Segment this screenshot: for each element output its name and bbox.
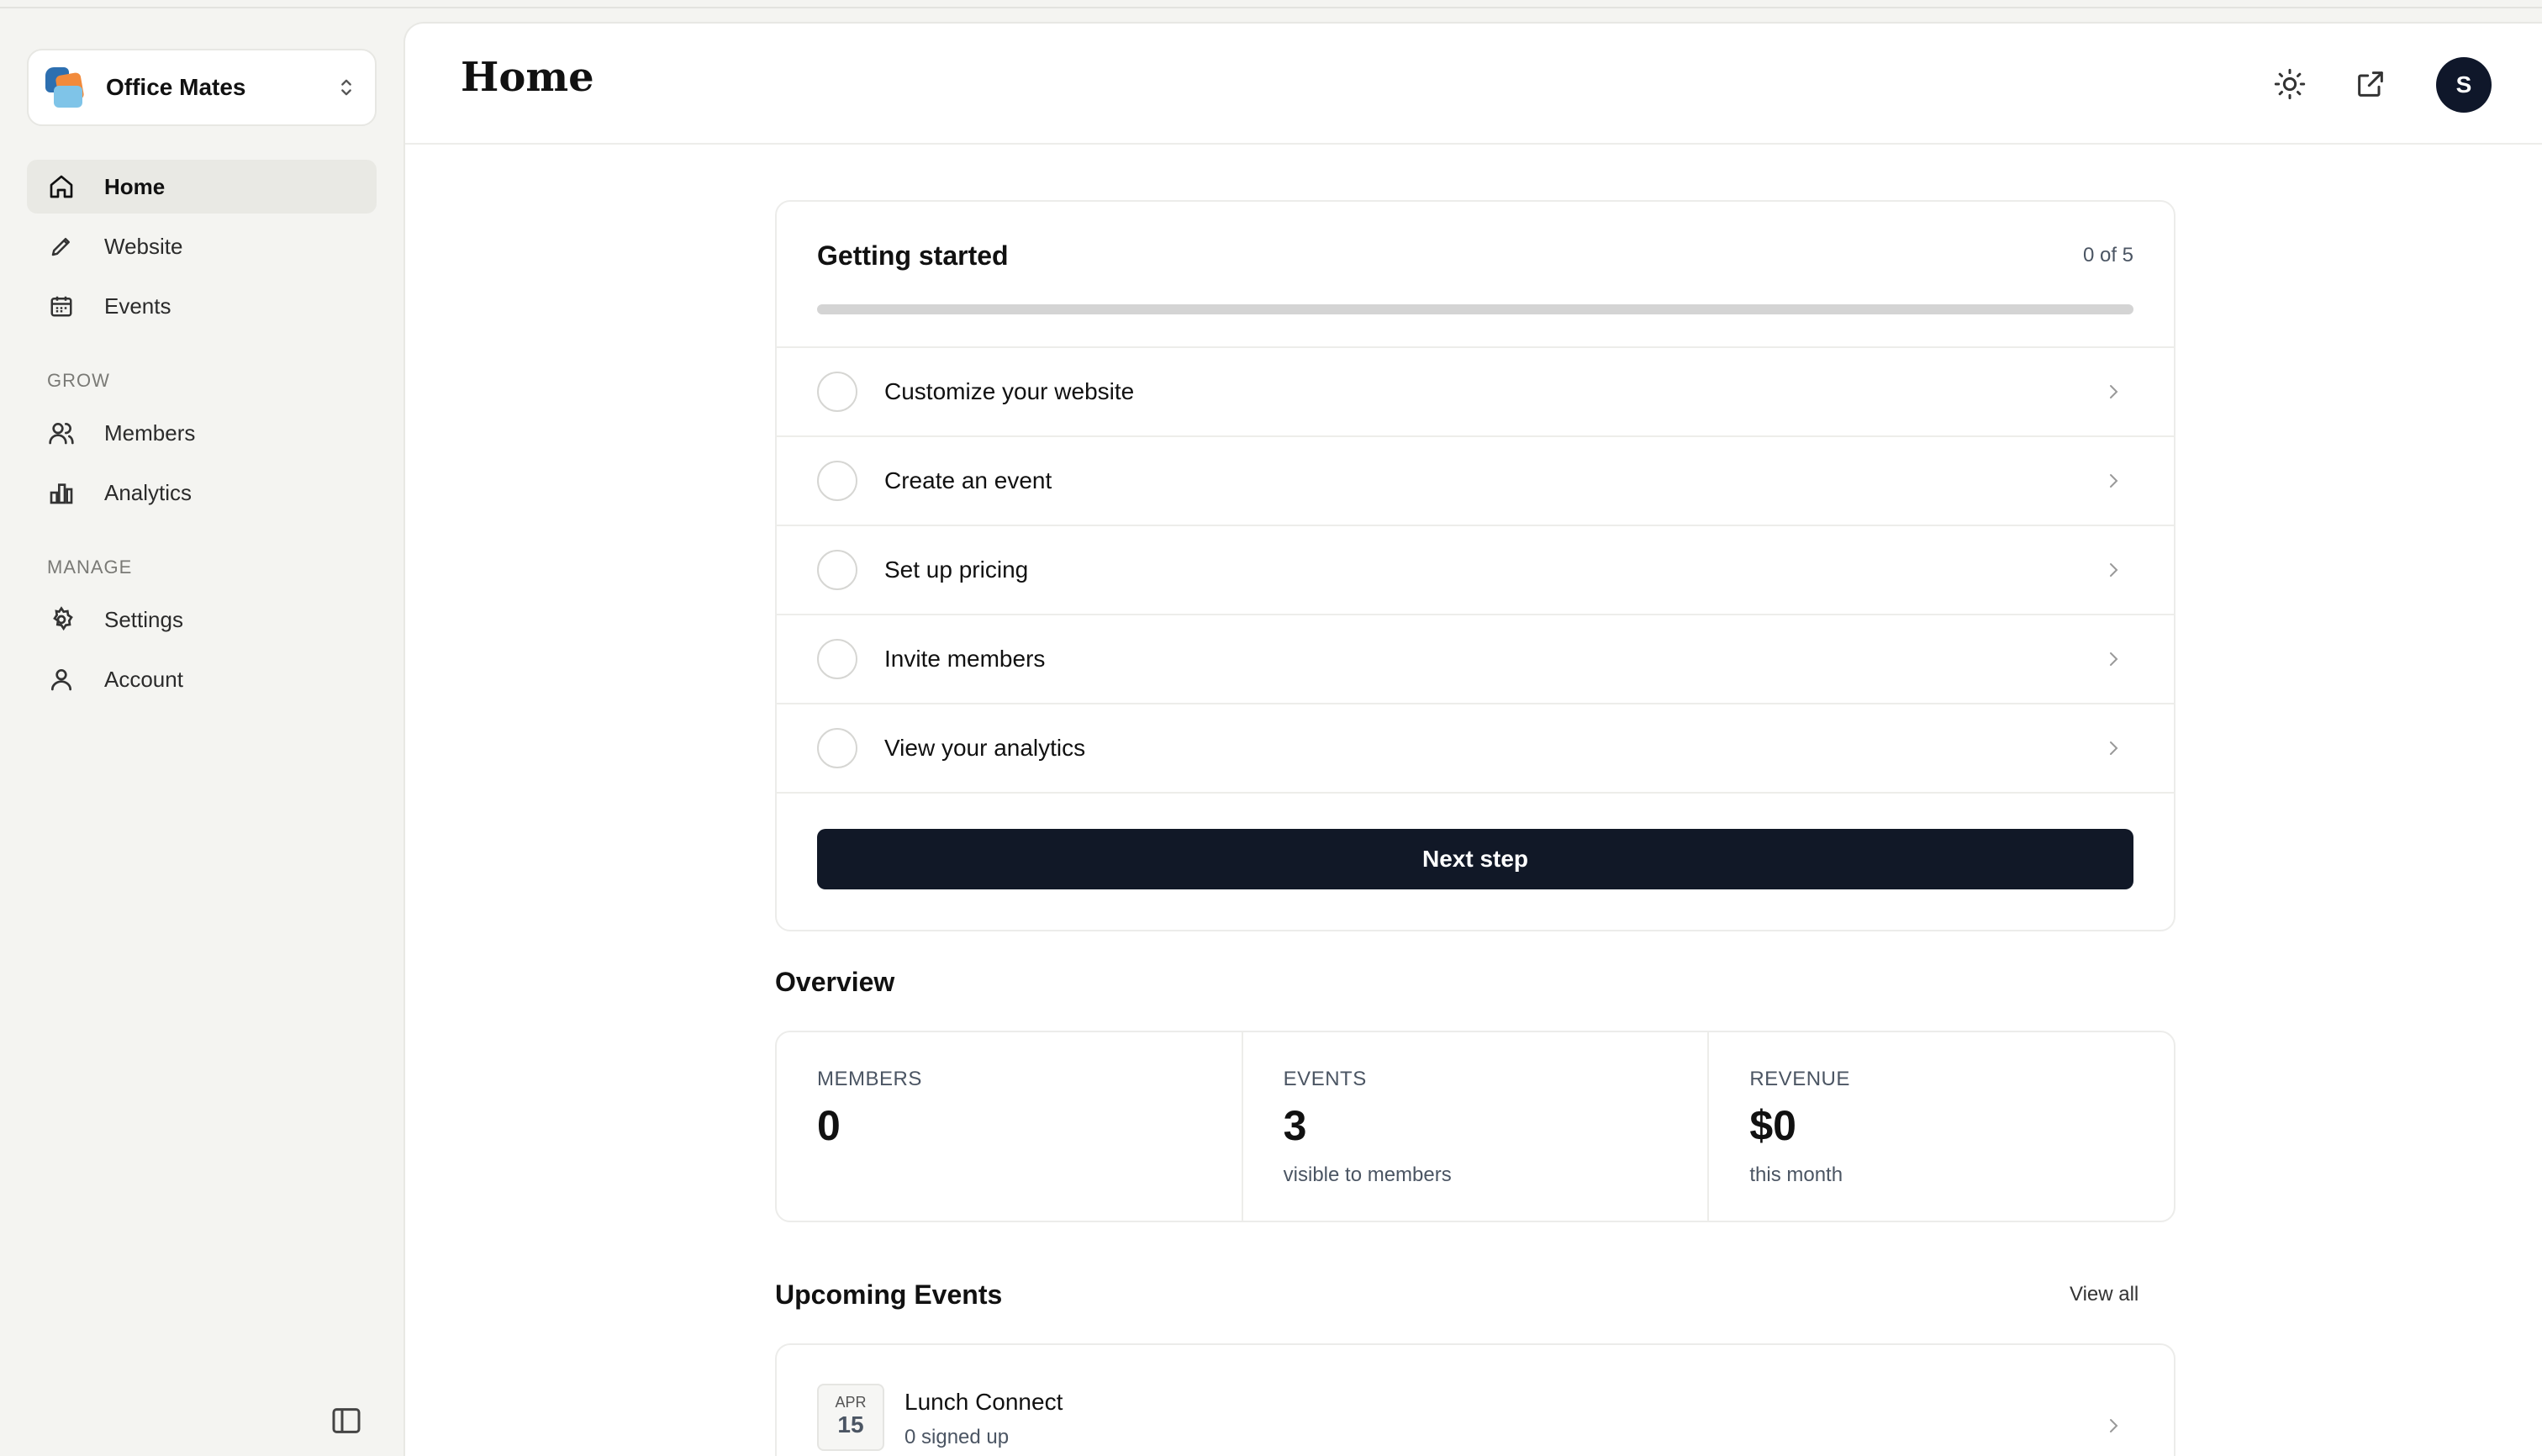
event-row[interactable]: APR 15 Lunch Connect 0 signed up bbox=[777, 1345, 2174, 1451]
stat-value: 3 bbox=[1283, 1102, 1307, 1149]
task-invite-members[interactable]: Invite members bbox=[777, 615, 2174, 704]
pencil-icon bbox=[47, 232, 76, 261]
task-view-analytics[interactable]: View your analytics bbox=[777, 704, 2174, 794]
sidebar-item-settings[interactable]: Settings bbox=[27, 593, 377, 646]
task-label: Set up pricing bbox=[884, 557, 1029, 583]
task-checkbox[interactable] bbox=[817, 728, 857, 768]
stat-subtext: visible to members bbox=[1283, 1163, 1452, 1186]
sidebar-item-events[interactable]: Events bbox=[27, 279, 377, 333]
user-icon bbox=[47, 665, 76, 694]
sun-icon bbox=[2274, 68, 2306, 100]
page-title: Home bbox=[461, 54, 594, 101]
theme-toggle-button[interactable] bbox=[2270, 64, 2310, 104]
stat-value: $0 bbox=[1749, 1102, 1796, 1149]
view-all-link[interactable]: View all bbox=[2070, 1283, 2139, 1306]
chevron-right-icon bbox=[2110, 741, 2118, 755]
overview-stats: MEMBERS 0 EVENTS 3 visible to members RE… bbox=[775, 1031, 2175, 1222]
sidebar-item-label: Events bbox=[104, 293, 171, 319]
sidebar-toggle-icon[interactable] bbox=[330, 1404, 363, 1438]
org-name: Office Mates bbox=[106, 74, 246, 100]
task-checkbox[interactable] bbox=[817, 550, 857, 590]
task-create-event[interactable]: Create an event bbox=[777, 437, 2174, 526]
getting-started-title: Getting started bbox=[817, 240, 1009, 271]
sidebar-item-label: Settings bbox=[104, 606, 183, 632]
open-site-button[interactable] bbox=[2350, 64, 2391, 104]
task-checkbox[interactable] bbox=[817, 639, 857, 679]
chevron-right-icon bbox=[2110, 563, 2118, 577]
event-name: Lunch Connect bbox=[904, 1389, 1063, 1415]
avatar[interactable]: S bbox=[2436, 57, 2492, 113]
sidebar-item-label: Website bbox=[104, 233, 183, 259]
page-header: Home S bbox=[405, 24, 2542, 145]
sidebar-item-label: Account bbox=[104, 666, 183, 692]
bar-chart-icon bbox=[47, 478, 76, 507]
chevron-right-icon bbox=[2110, 385, 2118, 398]
chevron-up-down-icon bbox=[341, 79, 351, 96]
calendar-icon bbox=[47, 292, 76, 320]
sidebar-item-account[interactable]: Account bbox=[27, 652, 377, 706]
date-badge: APR 15 bbox=[817, 1384, 884, 1451]
main-content: Home S Getting started 0 of 5 Customize … bbox=[403, 22, 2542, 1456]
overview-title: Overview bbox=[775, 967, 895, 997]
nav-section-grow: GROW bbox=[47, 370, 110, 391]
upcoming-events-card: APR 15 Lunch Connect 0 signed up bbox=[775, 1343, 2175, 1456]
progress-count: 0 of 5 bbox=[2082, 244, 2133, 266]
upcoming-events-title: Upcoming Events bbox=[775, 1279, 1003, 1310]
home-icon bbox=[47, 172, 76, 201]
task-list: Customize your website Create an event S… bbox=[777, 346, 2174, 794]
task-set-up-pricing[interactable]: Set up pricing bbox=[777, 526, 2174, 615]
sidebar-item-analytics[interactable]: Analytics bbox=[27, 466, 377, 520]
event-day: 15 bbox=[837, 1411, 864, 1438]
task-checkbox[interactable] bbox=[817, 372, 857, 412]
stat-members: MEMBERS 0 bbox=[777, 1032, 1243, 1221]
stat-label: REVENUE bbox=[1749, 1068, 1850, 1090]
gear-icon bbox=[47, 605, 76, 634]
task-label: Invite members bbox=[884, 646, 1046, 672]
nav-section-manage: MANAGE bbox=[47, 557, 133, 578]
chevron-right-icon bbox=[2110, 1419, 2118, 1432]
window-top-edge bbox=[0, 0, 2542, 8]
sidebar-item-members[interactable]: Members bbox=[27, 406, 377, 460]
stat-events: EVENTS 3 visible to members bbox=[1243, 1032, 1710, 1221]
sidebar-item-website[interactable]: Website bbox=[27, 219, 377, 273]
stat-label: MEMBERS bbox=[817, 1068, 922, 1090]
stat-label: EVENTS bbox=[1283, 1068, 1367, 1090]
progress-bar bbox=[817, 304, 2133, 314]
sidebar: Office Mates Home Website Events GROW Me… bbox=[0, 8, 402, 1456]
users-icon bbox=[47, 419, 76, 447]
task-label: Customize your website bbox=[884, 378, 1135, 404]
chevron-right-icon bbox=[2110, 652, 2118, 666]
getting-started-card: Getting started 0 of 5 Customize your we… bbox=[775, 200, 2175, 931]
org-switcher[interactable]: Office Mates bbox=[27, 49, 377, 126]
stat-revenue: REVENUE $0 this month bbox=[1709, 1032, 2174, 1221]
sidebar-item-label: Analytics bbox=[104, 479, 192, 505]
org-logo bbox=[45, 67, 86, 108]
sidebar-item-home[interactable]: Home bbox=[27, 160, 377, 214]
sidebar-item-label: Members bbox=[104, 419, 196, 446]
task-label: View your analytics bbox=[884, 735, 1086, 761]
task-label: Create an event bbox=[884, 467, 1052, 493]
stat-value: 0 bbox=[817, 1102, 841, 1149]
main-nav: Home Website Events GROW Members Analyti… bbox=[27, 160, 377, 712]
task-checkbox[interactable] bbox=[817, 461, 857, 501]
external-link-icon bbox=[2358, 71, 2383, 97]
sidebar-item-label: Home bbox=[104, 173, 166, 199]
chevron-right-icon bbox=[2110, 474, 2118, 488]
task-customize-website[interactable]: Customize your website bbox=[777, 348, 2174, 437]
event-month: APR bbox=[835, 1394, 867, 1411]
stat-subtext: this month bbox=[1749, 1163, 1843, 1186]
event-signups: 0 signed up bbox=[904, 1426, 1010, 1448]
next-step-button[interactable]: Next step bbox=[817, 829, 2133, 889]
